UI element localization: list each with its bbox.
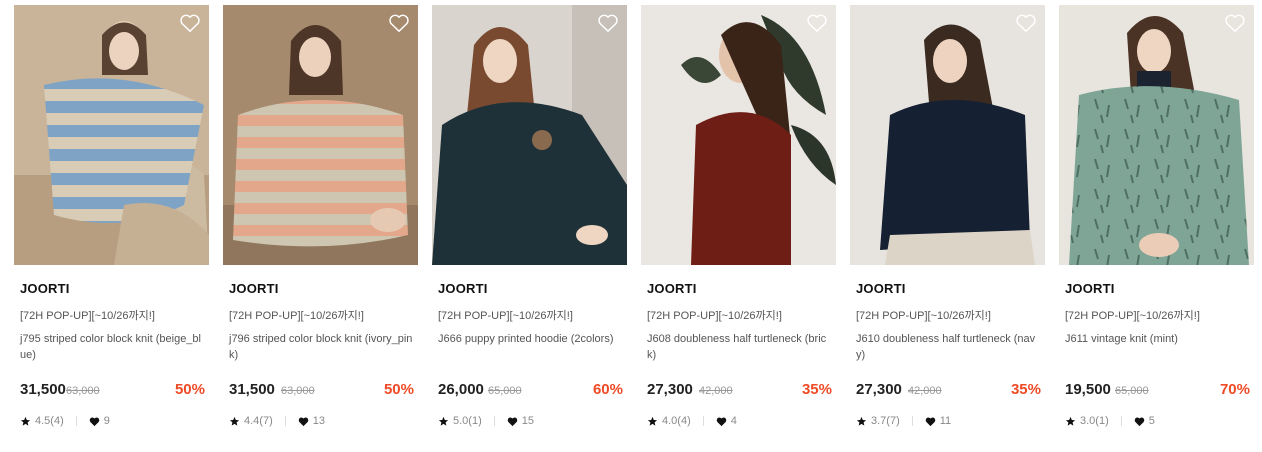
star-icon [438, 416, 449, 427]
product-card[interactable]: JOORTI [72H POP-UP][~10/26까지!] J610 doub… [850, 5, 1045, 445]
discount-rate: 50% [174, 381, 205, 398]
review-summary: 4.5(4) 9 [20, 414, 110, 428]
rating-value: 4.0(4) [662, 415, 691, 427]
model-photo [223, 5, 418, 265]
brand-name[interactable]: JOORTI [438, 281, 488, 296]
product-name[interactable]: j796 striped color block knit (ivory_pin… [229, 331, 415, 363]
review-summary: 3.0(1) 5 [1065, 414, 1155, 428]
like-count: 11 [939, 415, 952, 427]
divider [493, 416, 495, 426]
original-price: 42,000 [699, 385, 733, 397]
model-photo [850, 5, 1045, 265]
product-grid: JOORTI [72H POP-UP][~10/26까지!] j795 stri… [14, 5, 1254, 445]
discount-rate: 35% [1010, 381, 1041, 398]
wishlist-heart-icon[interactable] [179, 13, 201, 33]
promo-text: [72H POP-UP][~10/26까지!] [20, 310, 155, 322]
product-name[interactable]: J666 puppy printed hoodie (2colors) [438, 331, 624, 347]
brand-name[interactable]: JOORTI [1065, 281, 1115, 296]
rating-value: 4.5(4) [35, 415, 64, 427]
product-image[interactable] [432, 5, 627, 265]
rating-value: 3.0(1) [1080, 415, 1109, 427]
discount-rate: 50% [383, 381, 414, 398]
product-card[interactable]: JOORTI [72H POP-UP][~10/26까지!] J666 pupp… [432, 5, 627, 445]
like-count: 15 [521, 415, 534, 427]
heart-filled-icon [298, 416, 309, 427]
divider [1120, 416, 1122, 426]
wishlist-heart-icon[interactable] [1224, 13, 1246, 33]
sale-price: 31,500 [229, 381, 275, 398]
brand-name[interactable]: JOORTI [20, 281, 70, 296]
heart-filled-icon [507, 416, 518, 427]
promo-text: [72H POP-UP][~10/26까지!] [1065, 310, 1200, 322]
star-icon [856, 416, 867, 427]
product-name[interactable]: J608 doubleness half turtleneck (brick) [647, 331, 833, 363]
promo-text: [72H POP-UP][~10/26까지!] [229, 310, 364, 322]
divider [702, 416, 704, 426]
model-photo [641, 5, 836, 265]
review-summary: 4.4(7) 13 [229, 414, 325, 428]
rating-value: 3.7(7) [871, 415, 900, 427]
star-icon [1065, 416, 1076, 427]
product-name[interactable]: J610 doubleness half turtleneck (navy) [856, 331, 1042, 363]
divider [284, 416, 286, 426]
model-photo [1059, 5, 1254, 265]
review-summary: 3.7(7) 11 [856, 414, 951, 428]
discount-rate: 70% [1219, 381, 1250, 398]
product-card[interactable]: JOORTI [72H POP-UP][~10/26까지!] J608 doub… [641, 5, 836, 445]
like-count: 13 [312, 415, 325, 427]
review-summary: 5.0(1) 15 [438, 414, 534, 428]
wishlist-heart-icon[interactable] [806, 13, 828, 33]
product-name[interactable]: J611 vintage knit (mint) [1065, 331, 1251, 347]
wishlist-heart-icon[interactable] [388, 13, 410, 33]
sale-price: 26,000 [438, 381, 484, 398]
original-price: 63,000 [281, 385, 315, 397]
brand-name[interactable]: JOORTI [229, 281, 279, 296]
wishlist-heart-icon[interactable] [1015, 13, 1037, 33]
discount-rate: 60% [592, 381, 623, 398]
star-icon [647, 416, 658, 427]
sale-price: 27,300 [856, 381, 902, 398]
product-image[interactable] [14, 5, 209, 265]
wishlist-heart-icon[interactable] [597, 13, 619, 33]
promo-text: [72H POP-UP][~10/26까지!] [856, 310, 991, 322]
divider [911, 416, 913, 426]
sale-price: 31,500 [20, 381, 66, 398]
heart-filled-icon [1134, 416, 1145, 427]
like-count: 4 [730, 415, 737, 427]
product-image[interactable] [850, 5, 1045, 265]
original-price: 42,000 [908, 385, 942, 397]
heart-filled-icon [89, 416, 100, 427]
product-card[interactable]: JOORTI [72H POP-UP][~10/26까지!] j796 stri… [223, 5, 418, 445]
product-card[interactable]: JOORTI [72H POP-UP][~10/26까지!] j795 stri… [14, 5, 209, 445]
product-image[interactable] [1059, 5, 1254, 265]
promo-text: [72H POP-UP][~10/26까지!] [647, 310, 782, 322]
product-image[interactable] [223, 5, 418, 265]
divider [75, 416, 77, 426]
heart-filled-icon [925, 416, 936, 427]
rating-value: 5.0(1) [453, 415, 482, 427]
review-summary: 4.0(4) 4 [647, 414, 737, 428]
like-count: 5 [1148, 415, 1155, 427]
original-price: 65,000 [488, 385, 522, 397]
star-icon [20, 416, 31, 427]
rating-value: 4.4(7) [244, 415, 273, 427]
heart-filled-icon [716, 416, 727, 427]
original-price: 63,000 [66, 385, 100, 397]
model-photo [14, 5, 209, 265]
star-icon [229, 416, 240, 427]
product-card[interactable]: JOORTI [72H POP-UP][~10/26까지!] J611 vint… [1059, 5, 1254, 445]
brand-name[interactable]: JOORTI [856, 281, 906, 296]
discount-rate: 35% [801, 381, 832, 398]
sale-price: 19,500 [1065, 381, 1111, 398]
like-count: 9 [103, 415, 110, 427]
sale-price: 27,300 [647, 381, 693, 398]
model-photo [432, 5, 627, 265]
promo-text: [72H POP-UP][~10/26까지!] [438, 310, 573, 322]
original-price: 65,000 [1115, 385, 1149, 397]
brand-name[interactable]: JOORTI [647, 281, 697, 296]
product-image[interactable] [641, 5, 836, 265]
product-name[interactable]: j795 striped color block knit (beige_blu… [20, 331, 206, 363]
